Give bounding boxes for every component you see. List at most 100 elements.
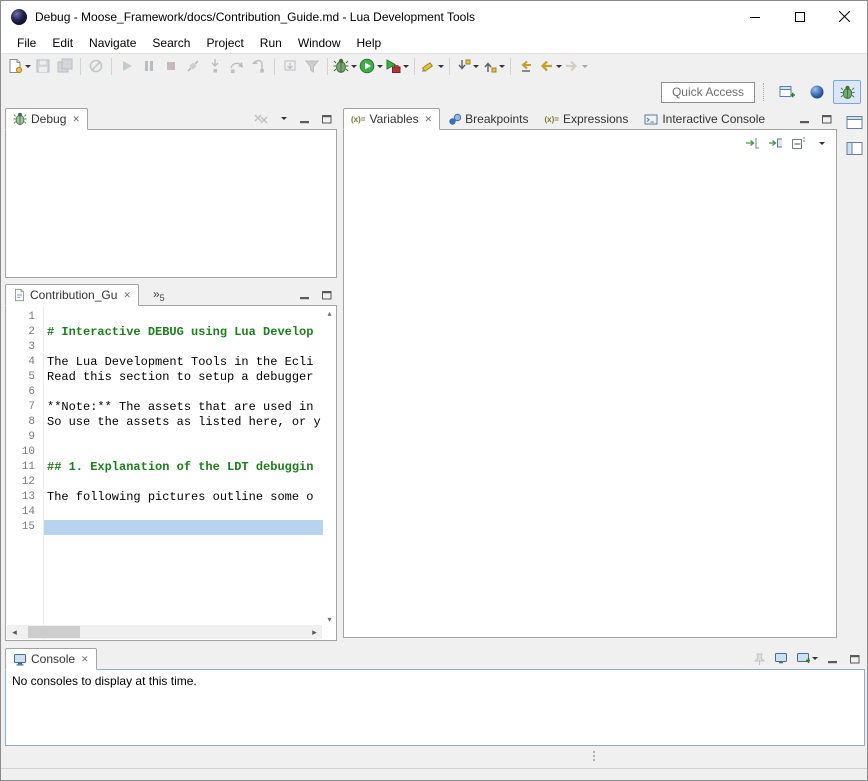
step-return-button[interactable] — [248, 55, 270, 77]
maximize-icon[interactable] — [777, 1, 822, 32]
debug-button[interactable] — [332, 55, 358, 77]
menu-edit[interactable]: Edit — [44, 34, 81, 52]
forward-menu-icon[interactable] — [582, 65, 588, 68]
tab-console[interactable]: Console ✕ — [5, 648, 97, 670]
new-wizard-menu-icon[interactable] — [25, 65, 31, 68]
terminate-button[interactable] — [160, 55, 182, 77]
scroll-down-icon[interactable]: ▾ — [327, 615, 331, 624]
drop-to-frame-button[interactable] — [279, 55, 301, 77]
tab-variables[interactable]: (x)= Variables ✕ — [343, 108, 440, 130]
previous-annotation-button[interactable] — [480, 55, 506, 77]
view-menu-icon[interactable] — [276, 112, 290, 126]
editor-tab-overflow[interactable]: » 5 — [153, 289, 165, 306]
tab-close-icon[interactable]: ✕ — [425, 114, 433, 125]
back-button[interactable] — [537, 55, 563, 77]
step-into-button[interactable] — [204, 55, 226, 77]
code-line[interactable] — [44, 340, 323, 355]
code-line[interactable]: **Note:** The assets that are used in — [44, 400, 323, 415]
mark-occurrences-button[interactable] — [419, 55, 445, 77]
save-button[interactable] — [32, 55, 54, 77]
skip-all-breakpoints-button[interactable] — [85, 55, 107, 77]
maximize-view-icon[interactable] — [820, 112, 834, 126]
tab-contribution-guide[interactable]: Contribution_Gu ✕ — [5, 284, 139, 306]
display-selected-console-icon[interactable] — [774, 652, 788, 666]
scroll-right-icon[interactable]: ▸ — [307, 625, 322, 639]
scroll-up-icon[interactable]: ▴ — [327, 309, 331, 318]
code-line[interactable] — [44, 505, 323, 520]
tab-breakpoints[interactable]: Breakpoints — [440, 108, 536, 130]
tab-close-icon[interactable]: ✕ — [81, 654, 89, 665]
run-button[interactable] — [358, 55, 384, 77]
back-menu-icon[interactable] — [556, 65, 562, 68]
quick-access-input[interactable]: Quick Access — [661, 82, 755, 103]
code-line[interactable] — [44, 520, 323, 535]
tab-interactive-console[interactable]: Interactive Console — [636, 108, 773, 130]
ldt-perspective-button[interactable] — [803, 80, 831, 104]
maximize-view-icon[interactable] — [320, 112, 334, 126]
restore-view-icon[interactable] — [845, 139, 865, 157]
code-line[interactable]: ## 1. Explanation of the LDT debuggin — [44, 460, 323, 475]
external-tools-menu-icon[interactable] — [403, 65, 409, 68]
open-console-menu-icon[interactable] — [812, 657, 818, 660]
disconnect-button[interactable] — [182, 55, 204, 77]
editor-code[interactable]: # Interactive DEBUG using Lua Develop The… — [44, 306, 323, 640]
code-line[interactable] — [44, 385, 323, 400]
minimize-view-icon[interactable] — [298, 112, 312, 126]
code-line[interactable] — [44, 430, 323, 445]
editor-horizontal-scrollbar[interactable]: ◂ ▸ — [7, 625, 322, 639]
previous-annotation-menu-icon[interactable] — [499, 65, 505, 68]
pin-console-icon[interactable] — [752, 652, 766, 666]
minimize-view-icon[interactable] — [798, 112, 812, 126]
scroll-left-icon[interactable]: ◂ — [7, 625, 22, 639]
close-icon[interactable] — [822, 1, 867, 32]
code-line[interactable] — [44, 475, 323, 490]
step-over-button[interactable] — [226, 55, 248, 77]
menu-run[interactable]: Run — [252, 34, 290, 52]
code-line[interactable]: Read this section to setup a debugger — [44, 370, 323, 385]
show-type-names-icon[interactable] — [745, 136, 759, 150]
scrollbar-thumb[interactable] — [28, 626, 80, 638]
editor-vertical-scrollbar[interactable]: ▴ ▾ — [323, 306, 336, 640]
minimize-icon[interactable] — [732, 1, 777, 32]
menu-navigate[interactable]: Navigate — [81, 34, 144, 52]
debug-view-content[interactable] — [5, 129, 337, 278]
new-wizard-button[interactable] — [6, 55, 32, 77]
restore-view-icon[interactable] — [845, 113, 865, 131]
maximize-view-icon[interactable] — [320, 288, 334, 302]
collapse-all-icon[interactable] — [791, 136, 805, 150]
debug-perspective-button[interactable] — [833, 80, 861, 104]
code-line[interactable] — [44, 445, 323, 460]
console-content[interactable]: No consoles to display at this time. — [5, 669, 865, 746]
maximize-view-icon[interactable] — [848, 652, 862, 666]
open-console-icon[interactable] — [796, 652, 818, 666]
tab-debug[interactable]: Debug ✕ — [5, 108, 88, 130]
next-annotation-menu-icon[interactable] — [473, 65, 479, 68]
code-line[interactable]: So use the assets as listed here, or y — [44, 415, 323, 430]
open-perspective-button[interactable] — [773, 80, 801, 104]
external-tools-button[interactable] — [384, 55, 410, 77]
menu-help[interactable]: Help — [349, 34, 390, 52]
menu-search[interactable]: Search — [144, 34, 198, 52]
remove-all-terminated-icon[interactable] — [254, 112, 268, 126]
code-line[interactable]: The Lua Development Tools in the Ecli — [44, 355, 323, 370]
code-line[interactable]: The following pictures outline some o — [44, 490, 323, 505]
forward-button[interactable] — [563, 55, 589, 77]
last-edit-location-button[interactable] — [515, 55, 537, 77]
menu-file[interactable]: File — [9, 34, 44, 52]
view-menu-icon[interactable] — [814, 136, 828, 150]
run-menu-icon[interactable] — [377, 65, 383, 68]
suspend-button[interactable] — [138, 55, 160, 77]
resume-button[interactable] — [116, 55, 138, 77]
code-line[interactable] — [44, 310, 323, 325]
show-logical-structure-icon[interactable] — [768, 136, 782, 150]
sash-handle[interactable] — [593, 751, 595, 761]
code-line[interactable]: # Interactive DEBUG using Lua Develop — [44, 325, 323, 340]
use-step-filters-button[interactable] — [301, 55, 323, 77]
tab-close-icon[interactable]: ✕ — [72, 114, 80, 125]
next-annotation-button[interactable] — [454, 55, 480, 77]
debug-menu-icon[interactable] — [351, 65, 357, 68]
tab-close-icon[interactable]: ✕ — [123, 290, 131, 301]
tab-expressions[interactable]: (x)= Expressions — [537, 108, 637, 130]
menu-window[interactable]: Window — [290, 34, 349, 52]
minimize-view-icon[interactable] — [826, 652, 840, 666]
